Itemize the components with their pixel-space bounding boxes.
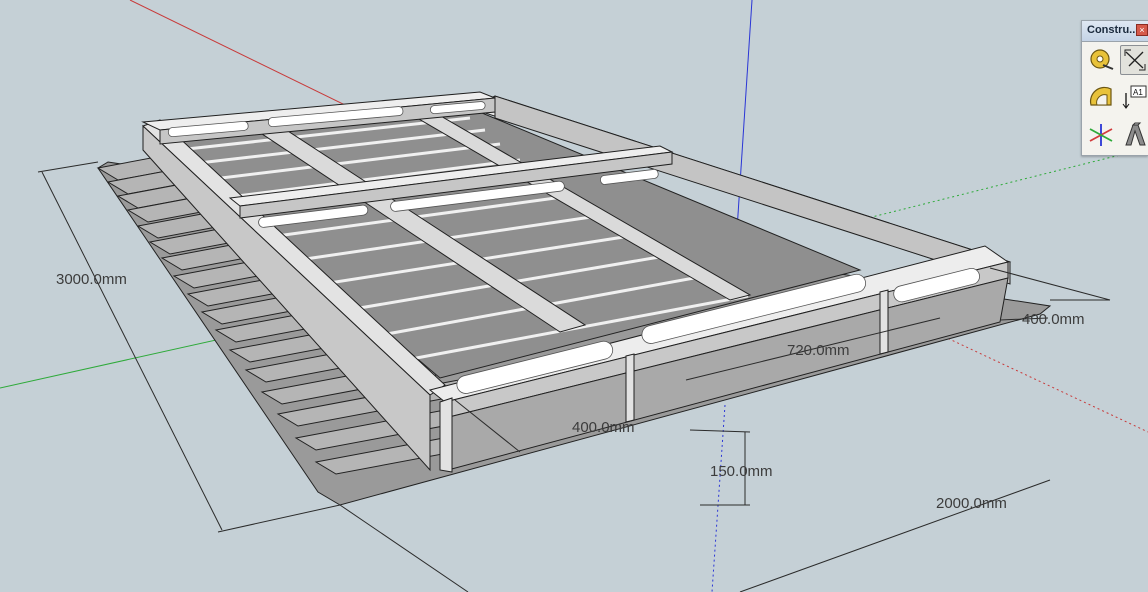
3d-text-glyph: A bbox=[1120, 121, 1121, 122]
close-icon[interactable]: × bbox=[1136, 24, 1148, 36]
model-viewport[interactable]: 3000.0mm 2000.0mm 400.0mm 720.0mm 400.0m… bbox=[0, 0, 1148, 592]
text-icon[interactable]: A1 bbox=[1120, 83, 1148, 113]
construction-toolbar: Constru... × A1 A bbox=[1081, 20, 1148, 156]
dimension-icon[interactable] bbox=[1120, 45, 1148, 75]
toolbar-titlebar[interactable]: Constru... × bbox=[1082, 21, 1148, 42]
text-icon-glyph: A1 bbox=[1133, 88, 1143, 97]
blue-axis-dotted bbox=[711, 404, 726, 592]
dimension-width-label: 2000.0mm bbox=[936, 495, 1007, 512]
axes-icon[interactable] bbox=[1087, 121, 1117, 151]
dimension-length-label: 3000.0mm bbox=[56, 271, 127, 288]
dimension-height-label: 150.0mm bbox=[710, 463, 773, 480]
green-axis-dotted bbox=[859, 147, 1148, 221]
tape-measure-icon[interactable] bbox=[1087, 45, 1117, 75]
dimension-front-gap-label: 400.0mm bbox=[572, 419, 635, 436]
red-axis-dotted bbox=[929, 329, 1148, 433]
toolbar-title: Constru... bbox=[1087, 24, 1139, 36]
3d-text-icon[interactable]: A bbox=[1120, 121, 1148, 151]
protractor-icon[interactable] bbox=[1087, 83, 1117, 113]
dimension-side-gap-label: 400.0mm bbox=[1022, 311, 1085, 328]
dimension-middle-gap-label: 720.0mm bbox=[787, 342, 850, 359]
